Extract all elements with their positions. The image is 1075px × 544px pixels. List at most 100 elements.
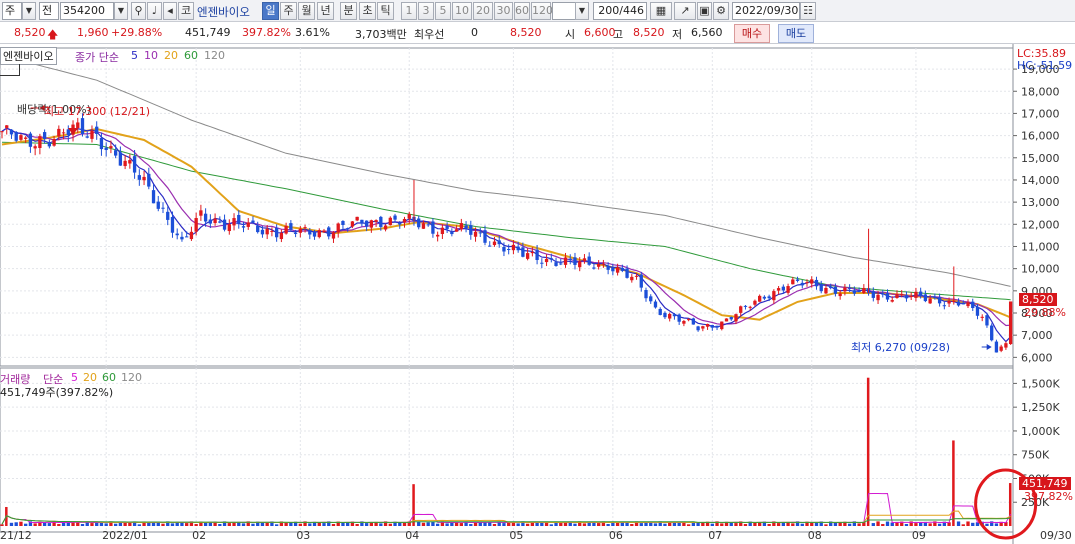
volume-bar (218, 524, 222, 526)
candle-body (483, 230, 487, 243)
price-pane-title[interactable]: 엔젠바이오 (0, 47, 57, 65)
volume-bars (0, 377, 1012, 526)
date-input[interactable]: 2022/09/30 (732, 2, 800, 20)
candle-body (246, 222, 250, 227)
candle-body (123, 160, 127, 167)
candle-body (369, 220, 374, 228)
current-value: 8,520 (510, 26, 542, 39)
period-button-5[interactable]: 초 (359, 2, 376, 20)
candle-body (33, 146, 37, 149)
candle-body (417, 218, 421, 228)
volume-bar (824, 524, 828, 526)
candle-body (975, 306, 980, 316)
gear-icon[interactable]: ⚙ (713, 2, 729, 20)
volume-bar (549, 524, 553, 526)
candle-body (682, 320, 686, 324)
grid-icon[interactable]: ▦ (650, 2, 672, 20)
chevron-down-icon[interactable]: ▼ (22, 2, 36, 20)
stock-chart[interactable]: 19,00018,00017,00016,00015,00014,00013,0… (0, 44, 1075, 544)
volume-bar (639, 523, 643, 526)
pane-handle[interactable] (0, 64, 20, 76)
period-button-3[interactable]: 년 (317, 2, 334, 20)
buy-button[interactable]: 매수 (734, 24, 770, 43)
candle-body (459, 223, 463, 230)
volume-ma-legend-item: 20 (83, 371, 97, 384)
period-button-2[interactable]: 월 (298, 2, 315, 20)
period-button-0[interactable]: 일 (262, 2, 279, 20)
volume-bar (615, 522, 620, 526)
period-button-6[interactable]: 틱 (377, 2, 394, 20)
high-value: 8,520 (633, 26, 665, 39)
price-tick-label: 13,000 (1021, 196, 1060, 209)
chevron-down-icon[interactable]: ▼ (114, 2, 128, 20)
volume-bar (582, 523, 587, 526)
speaker-icon[interactable]: ♩ (147, 2, 162, 20)
candle-body (497, 240, 501, 245)
volume-bar (47, 523, 52, 526)
candle-body (909, 296, 913, 298)
candle-body (814, 279, 819, 287)
period-button-1[interactable]: 주 (280, 2, 297, 20)
candle-body (824, 287, 828, 294)
calendar-icon[interactable]: ☷ (800, 2, 816, 20)
candle-body (819, 284, 823, 292)
candle-body (331, 232, 336, 239)
candle-body (284, 225, 288, 234)
trade-amount: 3,703백만 (355, 28, 407, 41)
interval-button-7[interactable]: 120 (531, 2, 553, 20)
open-label: 시 (565, 28, 576, 41)
candle-body (923, 294, 928, 302)
candle-body (729, 317, 733, 320)
candle-body (1004, 343, 1008, 348)
candle-body (199, 210, 203, 216)
price-legend-prefix: 종가 단순 (75, 51, 119, 64)
candle-body (544, 258, 549, 263)
candle-body (862, 287, 866, 293)
candle-body (166, 211, 170, 220)
volume-bar (469, 524, 473, 526)
volume-bar (265, 522, 269, 526)
volume-bar (341, 522, 345, 526)
volume-bar (734, 523, 738, 526)
interval-button-3[interactable]: 10 (452, 2, 472, 20)
candle-body (876, 294, 880, 301)
sell-button[interactable]: 매도 (778, 24, 814, 43)
candle-body (293, 232, 298, 234)
candle-body (327, 227, 331, 237)
candle-body (549, 258, 553, 260)
candle-body (14, 131, 18, 141)
volume-bar (881, 524, 885, 526)
x-axis-label: 09 (911, 529, 926, 542)
volume-bar (322, 523, 326, 526)
chart-tool-icon[interactable]: ↗ (674, 2, 696, 20)
data-count-input[interactable]: 200/446 (593, 2, 647, 20)
prev-icon[interactable]: ◂ (163, 2, 177, 20)
candle-body (881, 293, 885, 295)
interval-button-5[interactable]: 30 (494, 2, 513, 20)
candle-body (620, 267, 624, 271)
interval-button-4[interactable]: 20 (473, 2, 493, 20)
candle-body (355, 216, 359, 221)
candle-body (530, 251, 535, 254)
interval-button-0[interactable]: 1 (401, 2, 417, 20)
search-icon[interactable]: ⚲ (131, 2, 146, 20)
candle-body (350, 221, 355, 227)
candle-body (507, 249, 511, 251)
volume-bar (24, 523, 28, 526)
stock-code-input[interactable]: 354200 (60, 2, 114, 20)
volume-bar (767, 523, 771, 526)
interval-button-2[interactable]: 5 (435, 2, 451, 20)
market-select[interactable]: 주 (2, 2, 22, 20)
volume-bar (388, 523, 392, 526)
candle-body (895, 294, 899, 298)
volume-bar (743, 524, 748, 526)
period-button-4[interactable]: 분 (340, 2, 357, 20)
jeon-select[interactable]: 전 (39, 2, 59, 20)
candle-body (298, 228, 302, 233)
save-icon[interactable]: ▣ (697, 2, 712, 20)
interval-button-1[interactable]: 3 (418, 2, 434, 20)
interval-button-6[interactable]: 60 (514, 2, 530, 20)
chevron-down-icon[interactable]: ▼ (575, 2, 589, 20)
candle-body (232, 218, 236, 226)
volume-bar (857, 523, 861, 526)
